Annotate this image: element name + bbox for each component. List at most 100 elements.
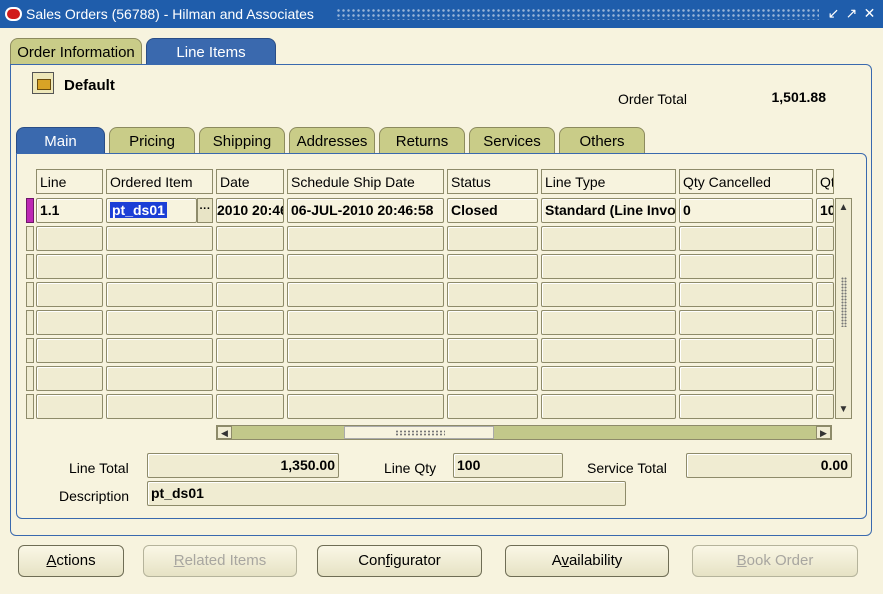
cell-status[interactable] <box>447 338 538 363</box>
cell-qty-cancelled[interactable] <box>679 366 813 391</box>
vertical-scrollbar[interactable]: ▲ ▼ <box>835 198 852 419</box>
cell-line-type[interactable] <box>541 366 676 391</box>
list-of-values-button[interactable]: ··· <box>197 198 213 223</box>
cell-date[interactable] <box>216 282 284 307</box>
folder-open-icon[interactable] <box>32 72 54 94</box>
horizontal-scrollbar[interactable]: ◀ ▶ <box>216 425 832 440</box>
cell-line-type[interactable]: Standard (Line Invoicing) <box>541 198 676 223</box>
cell-schedule-ship-date[interactable]: 06-JUL-2010 20:46:58 <box>287 198 444 223</box>
cell-line-type[interactable] <box>541 226 676 251</box>
cell-ordered-item[interactable] <box>106 310 213 335</box>
cell-qty-cancelled[interactable]: 0 <box>679 198 813 223</box>
cell-line[interactable] <box>36 366 103 391</box>
cell-qty-cancelled[interactable] <box>679 254 813 279</box>
cell-status[interactable] <box>447 366 538 391</box>
line-total-field[interactable]: 1,350.00 <box>147 453 339 478</box>
cell-line[interactable] <box>36 226 103 251</box>
pin-icon[interactable]: ↙ <box>826 6 841 21</box>
cell-ordered-item[interactable] <box>106 394 213 419</box>
cell-line[interactable] <box>36 282 103 307</box>
actions-button[interactable]: Actions <box>18 545 124 577</box>
cell-qty[interactable] <box>816 366 834 391</box>
cell-line[interactable] <box>36 338 103 363</box>
cell-qty-cancelled[interactable] <box>679 394 813 419</box>
cell-qty[interactable] <box>816 394 834 419</box>
cell-qty-cancelled[interactable] <box>679 338 813 363</box>
cell-date[interactable] <box>216 254 284 279</box>
cell-line[interactable] <box>36 254 103 279</box>
cell-schedule-ship-date[interactable] <box>287 394 444 419</box>
row-indicator[interactable] <box>26 338 34 363</box>
line-qty-field[interactable]: 100 <box>453 453 563 478</box>
cell-qty[interactable] <box>816 338 834 363</box>
row-indicator[interactable] <box>26 226 34 251</box>
cell-ordered-item[interactable] <box>106 226 213 251</box>
book-order-button[interactable]: Book Order <box>692 545 858 577</box>
cell-qty-cancelled[interactable] <box>679 282 813 307</box>
close-icon[interactable]: ✕ <box>862 6 877 21</box>
cell-ordered-item[interactable] <box>106 366 213 391</box>
cell-ordered-item[interactable] <box>106 282 213 307</box>
tab-others[interactable]: Others <box>559 127 645 154</box>
cell-line-type[interactable] <box>541 338 676 363</box>
cell-date[interactable]: 2010 20:46 <box>216 198 284 223</box>
cell-line-type[interactable] <box>541 254 676 279</box>
tab-order-information[interactable]: Order Information <box>10 38 142 66</box>
cell-ordered-item[interactable]: pt_ds01 <box>106 198 197 223</box>
cell-status[interactable]: Closed <box>447 198 538 223</box>
cell-qty[interactable] <box>816 226 834 251</box>
cell-schedule-ship-date[interactable] <box>287 310 444 335</box>
cell-qty[interactable] <box>816 254 834 279</box>
tab-addresses[interactable]: Addresses <box>289 127 375 154</box>
cell-schedule-ship-date[interactable] <box>287 282 444 307</box>
row-indicator[interactable] <box>26 366 34 391</box>
cell-status[interactable] <box>447 282 538 307</box>
row-indicator[interactable] <box>26 254 34 279</box>
cell-line[interactable]: 1.1 <box>36 198 103 223</box>
cell-date[interactable] <box>216 338 284 363</box>
availability-button[interactable]: Availability <box>505 545 669 577</box>
cell-line[interactable] <box>36 310 103 335</box>
cell-line[interactable] <box>36 394 103 419</box>
cell-qty-cancelled[interactable] <box>679 226 813 251</box>
scroll-up-icon[interactable]: ▲ <box>836 200 851 215</box>
row-indicator[interactable] <box>26 282 34 307</box>
service-total-field[interactable]: 0.00 <box>686 453 852 478</box>
cell-qty-cancelled[interactable] <box>679 310 813 335</box>
tab-main[interactable]: Main <box>16 127 105 154</box>
configurator-button[interactable]: Configurator <box>317 545 482 577</box>
cell-schedule-ship-date[interactable] <box>287 226 444 251</box>
scroll-left-icon[interactable]: ◀ <box>217 426 232 439</box>
tab-pricing[interactable]: Pricing <box>109 127 195 154</box>
cell-qty[interactable] <box>816 282 834 307</box>
cell-qty[interactable] <box>816 310 834 335</box>
scroll-down-icon[interactable]: ▼ <box>836 402 851 417</box>
cell-line-type[interactable] <box>541 394 676 419</box>
scroll-right-icon[interactable]: ▶ <box>816 426 831 439</box>
cell-date[interactable] <box>216 394 284 419</box>
cell-schedule-ship-date[interactable] <box>287 254 444 279</box>
row-indicator[interactable] <box>26 310 34 335</box>
cell-ordered-item[interactable] <box>106 338 213 363</box>
cell-date[interactable] <box>216 366 284 391</box>
row-indicator[interactable] <box>26 198 34 223</box>
cell-qty[interactable]: 10 <box>816 198 834 223</box>
tab-services[interactable]: Services <box>469 127 555 154</box>
cell-ordered-item[interactable] <box>106 254 213 279</box>
cell-line-type[interactable] <box>541 310 676 335</box>
maximize-icon[interactable]: ↗ <box>844 6 859 21</box>
related-items-button[interactable]: Related Items <box>143 545 297 577</box>
horizontal-scroll-thumb[interactable] <box>344 426 494 439</box>
cell-status[interactable] <box>447 254 538 279</box>
cell-date[interactable] <box>216 226 284 251</box>
tab-line-items[interactable]: Line Items <box>146 38 276 66</box>
cell-status[interactable] <box>447 394 538 419</box>
cell-status[interactable] <box>447 310 538 335</box>
cell-date[interactable] <box>216 310 284 335</box>
tab-returns[interactable]: Returns <box>379 127 465 154</box>
tab-shipping[interactable]: Shipping <box>199 127 285 154</box>
description-field[interactable]: pt_ds01 <box>147 481 626 506</box>
cell-schedule-ship-date[interactable] <box>287 366 444 391</box>
cell-line-type[interactable] <box>541 282 676 307</box>
cell-status[interactable] <box>447 226 538 251</box>
